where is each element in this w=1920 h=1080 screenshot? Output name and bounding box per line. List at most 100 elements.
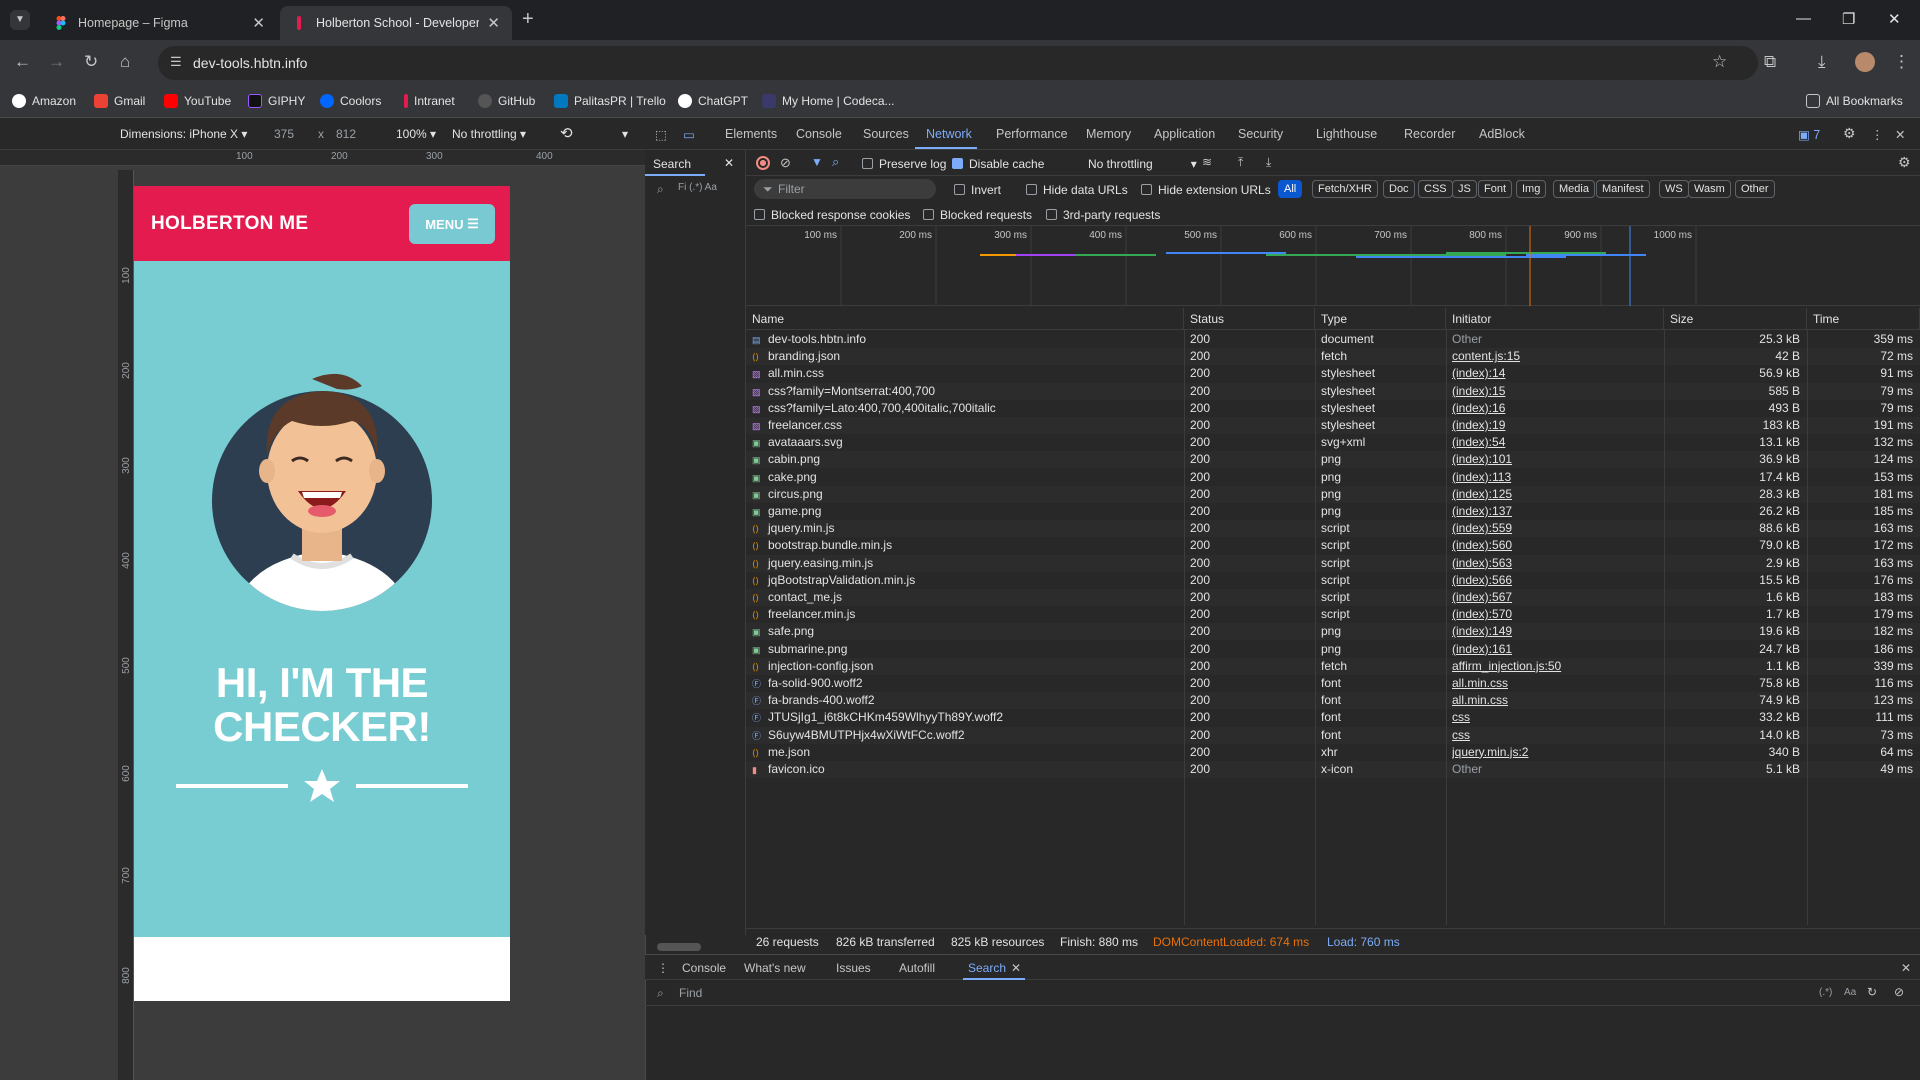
tab-network[interactable]: Network [926, 127, 972, 141]
table-row[interactable]: Ⓕ S6uyw4BMUTPHjx4wXiWtFCc.woff2 200 font css… [746, 726, 1920, 744]
table-row[interactable]: ▣ submarine.png 200 png (index):161 24.7 kB 18… [746, 641, 1920, 658]
close-drawer-icon[interactable]: ✕ [1901, 961, 1911, 975]
filter-chip-fetch-xhr[interactable]: Fetch/XHR [1312, 180, 1378, 198]
bookmark-intranet[interactable]: Intranet [404, 94, 455, 108]
table-row[interactable]: ▨ all.min.css 200 stylesheet (index):14 56.9 … [746, 365, 1920, 382]
table-row[interactable]: ⟨⟩ freelancer.min.js 200 script (index):570 1… [746, 606, 1920, 623]
table-row[interactable]: ⟨⟩ jquery.min.js 200 script (index):559 88.6 … [746, 520, 1920, 538]
search-options[interactable]: Fi (.*) Aa [678, 182, 717, 193]
browser-tab-holberton[interactable]: Holberton School - Developer t ✕ [280, 6, 512, 40]
filter-input[interactable]: ⏷ Filter [754, 179, 936, 199]
request-initiator[interactable]: (index):161 [1452, 641, 1657, 658]
case-toggle[interactable]: Aa [1844, 987, 1856, 998]
third-party-checkbox[interactable]: 3rd-party requests [1046, 208, 1160, 222]
filter-chip-css[interactable]: CSS [1418, 180, 1453, 198]
bookmark-codecademy[interactable]: My Home | Codeca... [762, 94, 895, 108]
device-throttling-select[interactable]: No throttling ▾ [452, 127, 526, 141]
tab-elements[interactable]: Elements [725, 127, 777, 141]
close-drawer-tab-icon[interactable]: ✕ [1011, 961, 1021, 975]
request-initiator[interactable]: (index):563 [1452, 555, 1657, 572]
blocked-cookies-checkbox[interactable]: Blocked response cookies [754, 208, 910, 222]
device-select[interactable]: Dimensions: iPhone X ▾ [120, 127, 247, 141]
request-initiator[interactable]: (index):560 [1452, 537, 1657, 554]
home-icon[interactable]: ⌂ [120, 52, 130, 72]
column-header-name[interactable]: Name [746, 308, 1184, 330]
drawer-tab-autofill[interactable]: Autofill [899, 961, 935, 975]
close-devtools-icon[interactable]: ✕ [1895, 127, 1905, 142]
table-row[interactable]: ⟨⟩ jqBootstrapValidation.min.js 200 script (… [746, 572, 1920, 589]
table-row[interactable]: ▨ css?family=Lato:400,700,400italic,700it… [746, 400, 1920, 417]
bookmark-coolors[interactable]: Coolors [320, 94, 381, 108]
close-window-icon[interactable]: ✕ [1888, 10, 1901, 28]
device-more-icon[interactable]: ▾ [622, 127, 628, 141]
column-header-size[interactable]: Size [1664, 308, 1807, 330]
table-row[interactable]: Ⓕfa-brands-400.woff2 200 font all.min.css 74… [746, 692, 1920, 710]
request-initiator[interactable]: (index):113 [1452, 469, 1657, 486]
table-row[interactable]: ▣ circus.png 200 png (index):125 28.3 kB 181 m… [746, 485, 1920, 503]
request-initiator[interactable]: (index):101 [1452, 451, 1657, 468]
back-icon[interactable]: ← [14, 52, 31, 72]
table-row[interactable]: ▣ game.png 200 png (index):137 26.2 kB 185 ms [746, 503, 1920, 520]
filter-chip-other[interactable]: Other [1735, 180, 1775, 198]
minimize-icon[interactable]: — [1796, 10, 1811, 27]
tab-search-button[interactable]: ▼ [10, 10, 30, 30]
table-row[interactable]: ⟨⟩ me.json 200 xhr jquery.min.js:2 340 B 64 ms [746, 744, 1920, 761]
site-brand[interactable]: HOLBERTON ME [151, 213, 308, 235]
filter-chip-js[interactable]: JS [1452, 180, 1477, 198]
filter-chip-media[interactable]: Media [1553, 180, 1595, 198]
table-row[interactable]: ▣ cake.png 200 png (index):113 17.4 kB 153 ms [746, 469, 1920, 486]
bookmark-youtube[interactable]: YouTube [164, 94, 231, 108]
table-row[interactable]: ⟨⟩ bootstrap.bundle.min.js 200 script (index… [746, 537, 1920, 554]
request-initiator[interactable]: Other [1452, 331, 1657, 348]
tab-adblock[interactable]: AdBlock [1479, 127, 1525, 141]
blocked-requests-checkbox[interactable]: Blocked requests [923, 208, 1032, 222]
filter-chip-doc[interactable]: Doc [1383, 180, 1415, 198]
browser-tab-figma[interactable]: Homepage – Figma ✕ [42, 6, 277, 40]
filter-chip-img[interactable]: Img [1516, 180, 1547, 198]
zoom-select[interactable]: 100% ▾ [396, 127, 436, 141]
request-initiator[interactable]: css [1452, 727, 1657, 744]
hide-data-urls-checkbox[interactable]: Hide data URLs [1026, 183, 1128, 197]
column-header-time[interactable]: Time [1807, 308, 1920, 330]
bookmark-github[interactable]: GitHub [478, 94, 535, 108]
url-text[interactable]: dev-tools.hbtn.info [193, 55, 307, 71]
network-conditions-icon[interactable]: ≋ [1202, 155, 1212, 169]
table-row[interactable]: ▣ avataaars.svg 200 svg+xml (index):54 13.1 k… [746, 434, 1920, 451]
bookmark-gmail[interactable]: Gmail [94, 94, 145, 108]
avatar[interactable] [1855, 52, 1875, 72]
request-initiator[interactable]: (index):54 [1452, 434, 1657, 451]
settings-icon[interactable]: ⚙ [1843, 125, 1856, 142]
reload-icon[interactable]: ↻ [84, 52, 98, 72]
export-har-icon[interactable]: ⤓ [1266, 155, 1271, 170]
tab-application[interactable]: Application [1154, 127, 1215, 141]
request-initiator[interactable]: jquery.min.js:2 [1452, 744, 1657, 761]
request-initiator[interactable]: (index):566 [1452, 572, 1657, 589]
request-initiator[interactable]: affirm_injection.js:50 [1452, 658, 1657, 675]
search-scrollbar[interactable] [657, 943, 701, 951]
tab-sources[interactable]: Sources [863, 127, 909, 141]
request-initiator[interactable]: (index):15 [1452, 383, 1657, 400]
disable-cache-checkbox[interactable]: Disable cache [952, 157, 1044, 171]
device-width-input[interactable]: 375 [274, 127, 294, 141]
table-row[interactable]: ⟨⟩ branding.json 200 fetch content.js:15 42 B… [746, 348, 1920, 366]
table-row[interactable]: Ⓕfa-solid-900.woff2 200 font all.min.css 75.… [746, 675, 1920, 692]
request-initiator[interactable]: (index):125 [1452, 486, 1657, 503]
request-initiator[interactable]: (index):559 [1452, 520, 1657, 537]
filter-chip-manifest[interactable]: Manifest [1596, 180, 1650, 198]
new-tab-button[interactable]: + [522, 8, 534, 31]
table-row[interactable]: Ⓕ JTUSjIg1_i6t8kCHKm459WlhyyTh89Y.woff2 20… [746, 709, 1920, 726]
drawer-tab-issues[interactable]: Issues [836, 961, 871, 975]
drawer-tab-search[interactable]: Search [968, 961, 1006, 975]
search-network-icon[interactable]: ⌕ [832, 154, 839, 170]
request-initiator[interactable]: (index):570 [1452, 606, 1657, 623]
bookmark-star-icon[interactable]: ☆ [1712, 52, 1727, 72]
forward-icon[interactable]: → [48, 52, 65, 72]
request-initiator[interactable]: (index):567 [1452, 589, 1657, 606]
search-panel-title[interactable]: Search [653, 157, 691, 171]
download-icon[interactable]: ⤓ [1818, 52, 1826, 72]
more-options-icon[interactable]: ⋮ [1871, 127, 1884, 142]
tab-lighthouse[interactable]: Lighthouse [1316, 127, 1377, 141]
bookmark-amazon[interactable]: Amazon [12, 94, 76, 108]
site-info-icon[interactable]: ☰ [170, 54, 182, 70]
request-initiator[interactable]: (index):137 [1452, 503, 1657, 520]
